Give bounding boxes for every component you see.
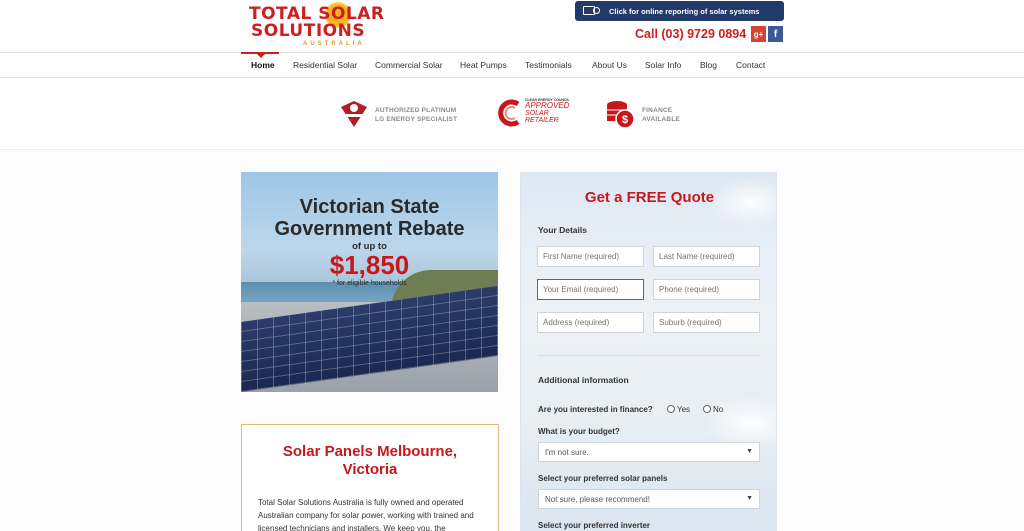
site-header: TOTAL SOLAR SOLUTIONS AUSTRALIA Click fo… (0, 0, 1024, 52)
finance-coins-icon: $ (605, 99, 635, 129)
first-name-field[interactable] (537, 246, 644, 267)
panels-select[interactable]: Not sure, please recommend! ▼ (538, 489, 760, 509)
finance-badge-text: FINANCE AVAILABLE (642, 107, 681, 123)
email-field[interactable] (537, 279, 644, 300)
intro-title: Solar Panels Melbourne, Victoria (282, 443, 458, 478)
main-nav: Home Residential Solar Commercial Solar … (0, 52, 1024, 78)
nav-solar-info[interactable]: Solar Info (645, 60, 681, 70)
panels-label: Select your preferred solar panels (538, 474, 668, 483)
lg-badge-text: AUTHORIZED PLATINUM LG ENERGY SPECIALIST (375, 107, 458, 123)
nav-blog[interactable]: Blog (700, 60, 717, 70)
nav-heat-pumps[interactable]: Heat Pumps (460, 60, 507, 70)
facebook-icon[interactable]: f (768, 26, 783, 42)
rebate-banner[interactable]: Victorian State Government Rebate of up … (241, 172, 498, 392)
site-logo[interactable]: TOTAL SOLAR SOLUTIONS AUSTRALIA (249, 4, 389, 48)
budget-label: What is your budget? (538, 427, 620, 436)
nav-residential-solar[interactable]: Residential Solar (293, 60, 357, 70)
logo-line3: AUSTRALIA (303, 41, 365, 47)
logo-line2: SOLUTIONS (251, 21, 366, 41)
accreditation-badges: AUTHORIZED PLATINUM LG ENERGY SPECIALIST… (0, 78, 1024, 150)
quote-form: Get a FREE Quote Your Details Additional… (520, 172, 777, 531)
nav-testimonials[interactable]: Testimonials (525, 60, 572, 70)
rebate-title: Victorian State Government Rebate (274, 196, 465, 240)
main-background (0, 150, 1024, 531)
address-field[interactable] (537, 312, 644, 333)
nav-about-us[interactable]: About Us (592, 60, 627, 70)
phone-number[interactable]: Call (03) 9729 0894 (635, 27, 746, 41)
last-name-field[interactable] (653, 246, 760, 267)
cec-approved-icon (498, 98, 522, 128)
cec-badge-text: CLEAN ENERGY COUNCIL APPROVED SOLAR RETA… (525, 98, 570, 124)
google-plus-icon[interactable]: g+ (751, 26, 766, 42)
intro-box: Solar Panels Melbourne, Victoria Total S… (241, 424, 499, 531)
finance-no-radio[interactable] (703, 405, 711, 413)
nav-active-indicator (241, 52, 279, 58)
form-divider (538, 355, 761, 356)
rebate-amount: $1,850 (329, 250, 410, 280)
rebate-note: * for eligible households (332, 280, 407, 287)
finance-yes-label: Yes (677, 405, 691, 414)
online-reporting-button[interactable]: Click for online reporting of solar syst… (575, 1, 784, 21)
nav-contact[interactable]: Contact (736, 60, 765, 70)
finance-no-label: No (713, 405, 724, 414)
intro-text: Total Solar Solutions Australia is fully… (258, 498, 474, 531)
nav-home[interactable]: Home (251, 60, 275, 70)
nav-commercial-solar[interactable]: Commercial Solar (375, 60, 443, 70)
online-reporting-label: Click for online reporting of solar syst… (609, 6, 760, 16)
your-details-heading: Your Details (538, 225, 587, 235)
quote-title: Get a FREE Quote (584, 189, 715, 206)
phone-field[interactable] (653, 279, 760, 300)
chevron-down-icon: ▼ (746, 495, 753, 502)
suburb-field[interactable] (653, 312, 760, 333)
finance-yes-radio[interactable] (667, 405, 675, 413)
additional-info-heading: Additional information (538, 375, 629, 385)
inverter-label: Select your preferred inverter (538, 521, 651, 530)
chevron-down-icon: ▼ (746, 448, 753, 455)
lg-badge-icon (340, 100, 368, 128)
monitor-search-icon (583, 5, 603, 17)
finance-question: Are you interested in finance? (538, 405, 653, 414)
svg-text:$: $ (622, 114, 628, 126)
budget-select[interactable]: I'm not sure. ▼ (538, 442, 760, 462)
